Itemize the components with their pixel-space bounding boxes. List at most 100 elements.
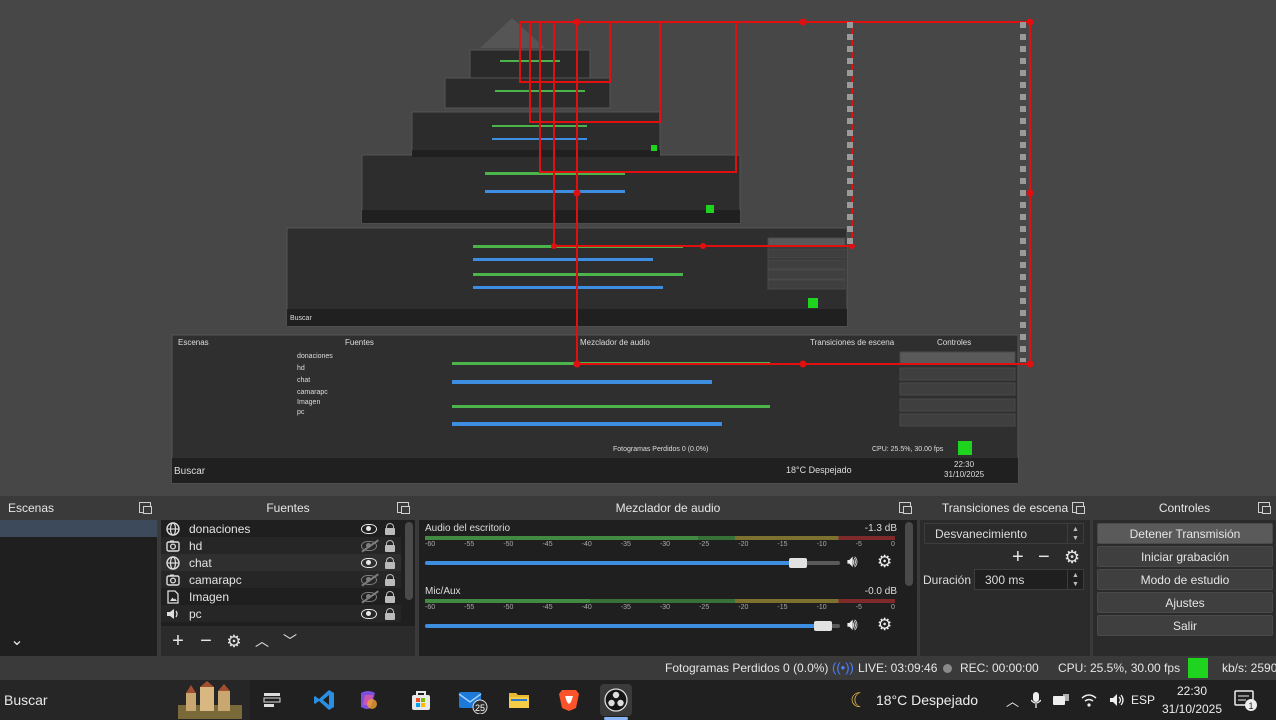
obs-icon[interactable] (600, 684, 632, 716)
undock-icon[interactable] (397, 502, 410, 514)
scene-selected-row[interactable] (0, 520, 157, 537)
scale-tick-label: -55 (464, 541, 475, 548)
source-row[interactable]: donaciones (161, 520, 401, 537)
lock-icon[interactable] (385, 590, 395, 603)
source-row[interactable]: pc (161, 605, 401, 622)
recursive-preview-canvas: Escenas Fuentes Mezclador de audio Trans… (171, 18, 1034, 484)
undock-icon[interactable] (1072, 502, 1085, 514)
eye-hidden-icon[interactable] (361, 591, 377, 602)
wifi-icon[interactable] (1081, 693, 1097, 707)
move-up-chevron-icon[interactable]: ︿ (251, 630, 273, 652)
volume-speaker-icon[interactable]: 🔊︎ (847, 615, 858, 635)
undock-icon[interactable] (1258, 502, 1271, 514)
chevron-up-icon[interactable]: ︿ (1006, 691, 1019, 710)
taskbar-search[interactable]: Buscar (0, 680, 250, 720)
chevron-down-icon[interactable]: ⌄ (6, 630, 28, 652)
speaker-icon (165, 606, 181, 622)
clock[interactable]: 22:30 31/10/2025 (1160, 682, 1224, 718)
remove-transition-button[interactable]: − (1038, 546, 1050, 569)
transition-select[interactable]: Desvanecimiento ▲ ▼ (924, 523, 1084, 544)
svg-text:Mezclador de audio: Mezclador de audio (580, 338, 650, 347)
globe-icon (165, 555, 181, 571)
slider-thumb[interactable] (788, 558, 807, 568)
mail-icon[interactable]: 25 (457, 684, 489, 716)
eye-hidden-icon[interactable] (361, 574, 377, 585)
notification-icon[interactable]: 1 (1234, 690, 1258, 715)
vscode-icon[interactable] (308, 684, 340, 716)
add-source-button[interactable]: + (167, 630, 189, 652)
source-row[interactable]: Imagen (161, 588, 401, 605)
source-name: chat (189, 555, 212, 570)
lock-icon[interactable] (385, 607, 395, 620)
eye-icon[interactable] (361, 557, 377, 568)
sources-list[interactable]: donaciones hd chat camarapc Imagen pc + … (161, 520, 415, 656)
language-indicator[interactable]: ESP (1131, 680, 1155, 720)
svg-text:31/10/2025: 31/10/2025 (944, 470, 985, 479)
dock-area: Escenas ⌄ Fuentes donaciones hd chat cam… (0, 496, 1276, 656)
store-icon[interactable] (405, 684, 437, 716)
lock-icon[interactable] (385, 573, 395, 586)
move-down-chevron-icon[interactable]: ﹀ (279, 630, 301, 652)
scenes-title-text: Escenas (8, 501, 55, 515)
start-recording-button[interactable]: Iniciar grabación (1097, 546, 1273, 567)
source-row[interactable]: chat (161, 554, 401, 571)
remove-source-button[interactable]: − (195, 630, 217, 652)
scale-tick-label: -60 (425, 541, 436, 548)
sources-scrollbar[interactable] (405, 522, 413, 600)
weather-widget[interactable]: ☾ 18°C Despejado (850, 680, 978, 720)
slider-thumb[interactable] (813, 621, 832, 631)
volume-slider[interactable] (425, 558, 840, 568)
duration-value: 300 ms (985, 572, 1025, 587)
mixer-scrollbar[interactable] (905, 522, 913, 586)
controls-body: Detener Transmisión Iniciar grabación Mo… (1093, 520, 1276, 656)
record-dot-icon (943, 664, 952, 673)
transitions-body: Desvanecimiento ▲ ▼ + − ⚙ Duración 300 ms… (920, 520, 1090, 656)
duration-label: Duración (923, 573, 972, 587)
source-row[interactable]: hd (161, 537, 401, 554)
gear-icon[interactable]: ⚙ (1064, 547, 1080, 568)
source-row[interactable]: camarapc (161, 571, 401, 588)
mixer-dock-title: Mezclador de audio (419, 496, 917, 520)
exit-button[interactable]: Salir (1097, 615, 1273, 636)
settings-button[interactable]: Ajustes (1097, 592, 1273, 613)
undock-icon[interactable] (899, 502, 912, 514)
channel-name: Audio del escritorio (425, 523, 511, 534)
nested-capture-frames (171, 49, 1019, 484)
task-view-icon[interactable] (256, 684, 288, 716)
castle-search-highlight-icon (178, 681, 242, 719)
studio-mode-button[interactable]: Modo de estudio (1097, 569, 1273, 590)
stream-health-indicator (1188, 658, 1208, 678)
volume-icon[interactable] (1109, 693, 1125, 707)
copilot-icon[interactable] (352, 684, 384, 716)
lock-icon[interactable] (385, 522, 395, 535)
sources-dock-title: Fuentes (161, 496, 415, 520)
add-transition-button[interactable]: + (1012, 546, 1024, 569)
transitions-dock-title: Transiciones de escena (920, 496, 1090, 520)
lock-icon[interactable] (385, 556, 395, 569)
lock-icon[interactable] (385, 539, 395, 552)
eye-icon[interactable] (361, 523, 377, 534)
gear-icon[interactable]: ⚙ (877, 615, 892, 635)
devices-icon[interactable] (1053, 694, 1070, 706)
duration-input[interactable]: 300 ms ▲ ▼ (974, 569, 1084, 590)
gear-icon[interactable]: ⚙ (877, 552, 892, 572)
scenes-list[interactable]: ⌄ (0, 520, 157, 656)
volume-speaker-icon[interactable]: 🔊︎ (847, 552, 858, 572)
microphone-icon[interactable] (1031, 692, 1042, 708)
scale-tick-label: -50 (503, 604, 514, 611)
undock-icon[interactable] (139, 502, 152, 514)
stepper-icon[interactable]: ▲ ▼ (1067, 570, 1083, 589)
brave-icon[interactable] (553, 684, 585, 716)
stop-streaming-button[interactable]: Detener Transmisión (1097, 523, 1273, 544)
scale-tick-label: -30 (659, 604, 671, 611)
scale-tick-label: -30 (659, 541, 671, 548)
volume-slider[interactable] (425, 621, 840, 631)
scenes-toolbar: ⌄ (0, 626, 157, 656)
eye-hidden-icon[interactable] (361, 540, 377, 551)
source-properties-gear-icon[interactable]: ⚙ (223, 630, 245, 652)
file-explorer-icon[interactable] (503, 684, 535, 716)
scale-tick-label: -10 (816, 541, 827, 548)
program-preview[interactable]: Escenas Fuentes Mezclador de audio Trans… (0, 0, 1276, 494)
eye-icon[interactable] (361, 608, 377, 619)
crop-edges (847, 22, 1026, 362)
